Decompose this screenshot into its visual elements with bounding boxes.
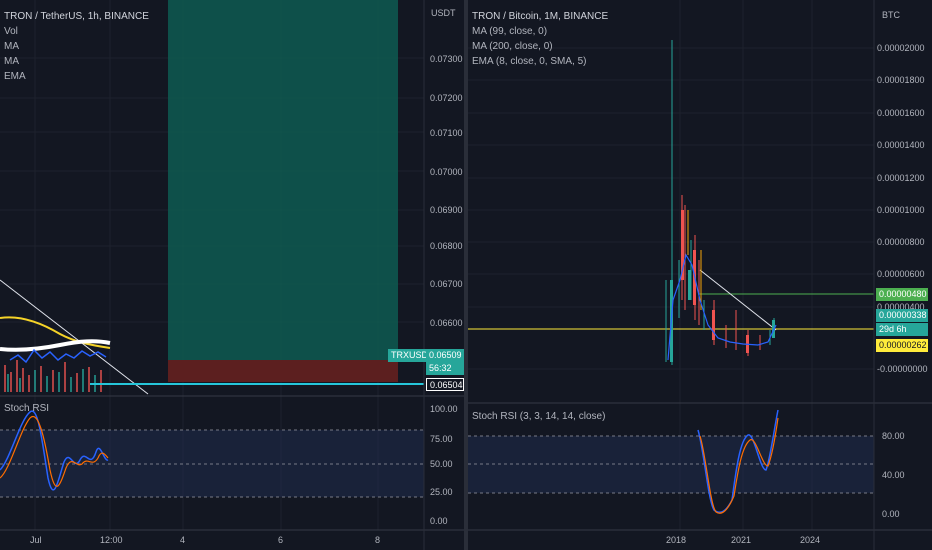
right-legend: TRON / Bitcoin, 1M, BINANCE MA (99, clos… bbox=[472, 9, 608, 69]
price-tick: 0.06800 bbox=[430, 241, 463, 251]
yellow-line-tag: 0.00000262 bbox=[876, 339, 928, 352]
stop-loss-zone[interactable] bbox=[168, 360, 398, 382]
legend-vol[interactable]: Vol bbox=[4, 24, 149, 39]
price-tick: 0.00001800 bbox=[877, 75, 925, 85]
rsi-tick: 100.00 bbox=[430, 404, 458, 414]
price-tick: 0.00000800 bbox=[877, 237, 925, 247]
last-price-tag: 0.00000338 bbox=[876, 309, 928, 322]
time-tick: 12:00 bbox=[100, 535, 123, 545]
price-tick: 0.00001400 bbox=[877, 140, 925, 150]
green-line-tag: 0.00000480 bbox=[876, 288, 928, 301]
left-currency: USDT bbox=[431, 8, 456, 18]
time-tick: 2018 bbox=[666, 535, 687, 545]
right-chart-pane[interactable]: TRON / Bitcoin, 1M, BINANCE MA (99, clos… bbox=[468, 0, 932, 550]
rsi-tick: 0.00 bbox=[430, 516, 448, 526]
price-tick: 0.07000 bbox=[430, 167, 463, 177]
time-tick: Jul bbox=[30, 535, 42, 545]
countdown-tag: 29d 6h bbox=[876, 323, 928, 336]
left-chart-pane[interactable]: TRON / TetherUS, 1h, BINANCE Vol MA MA E… bbox=[0, 0, 464, 550]
right-stoch-rsi-title[interactable]: Stoch RSI (3, 3, 14, 14, close) bbox=[472, 411, 605, 422]
time-tick: 8 bbox=[375, 535, 381, 545]
left-legend: TRON / TetherUS, 1h, BINANCE Vol MA MA E… bbox=[4, 9, 149, 84]
time-tick: 4 bbox=[180, 535, 186, 545]
price-tick: -0.00000000 bbox=[877, 364, 928, 374]
legend-ema[interactable]: EMA bbox=[4, 69, 149, 84]
price-tick: 0.00000600 bbox=[877, 269, 925, 279]
legend-ma-2[interactable]: MA bbox=[4, 54, 149, 69]
time-tick: 6 bbox=[278, 535, 284, 545]
price-tick: 0.07300 bbox=[430, 54, 463, 64]
time-tick: 2021 bbox=[731, 535, 752, 545]
last-price-tag: 0.06509 bbox=[426, 349, 464, 362]
legend-ma-99[interactable]: MA (99, close, 0) bbox=[472, 24, 608, 39]
price-tick: 0.00001000 bbox=[877, 205, 925, 215]
legend-ma-200[interactable]: MA (200, close, 0) bbox=[472, 39, 608, 54]
rsi-tick: 40.00 bbox=[882, 470, 905, 480]
price-tick: 0.06600 bbox=[430, 318, 463, 328]
price-tick: 0.00001200 bbox=[877, 173, 925, 183]
rsi-tick: 0.00 bbox=[882, 509, 900, 519]
price-tick: 0.07100 bbox=[430, 128, 463, 138]
rsi-tick: 80.00 bbox=[882, 431, 905, 441]
countdown-tag: 56:32 bbox=[426, 362, 464, 375]
right-chart-title[interactable]: TRON / Bitcoin, 1M, BINANCE bbox=[472, 9, 608, 24]
left-chart-title[interactable]: TRON / TetherUS, 1h, BINANCE bbox=[4, 9, 149, 24]
time-tick: 2024 bbox=[800, 535, 821, 545]
price-line[interactable] bbox=[9, 348, 107, 364]
line-price-tag: 0.06504 bbox=[426, 378, 464, 391]
right-chart-canvas[interactable] bbox=[468, 0, 932, 550]
price-tick: 0.06700 bbox=[430, 279, 463, 289]
price-tick: 0.07200 bbox=[430, 93, 463, 103]
long-position-zone[interactable] bbox=[168, 0, 398, 360]
price-tick: 0.00002000 bbox=[877, 43, 925, 53]
trendline[interactable] bbox=[699, 269, 777, 331]
left-stoch-rsi-title[interactable]: Stoch RSI bbox=[4, 403, 49, 414]
legend-ema[interactable]: EMA (8, close, 0, SMA, 5) bbox=[472, 54, 608, 69]
legend-ma-1[interactable]: MA bbox=[4, 39, 149, 54]
rsi-tick: 50.00 bbox=[430, 459, 453, 469]
price-tick: 0.00001600 bbox=[877, 108, 925, 118]
right-currency: BTC bbox=[882, 10, 900, 20]
price-tick: 0.06900 bbox=[430, 205, 463, 215]
rsi-tick: 25.00 bbox=[430, 487, 453, 497]
rsi-tick: 75.00 bbox=[430, 434, 453, 444]
